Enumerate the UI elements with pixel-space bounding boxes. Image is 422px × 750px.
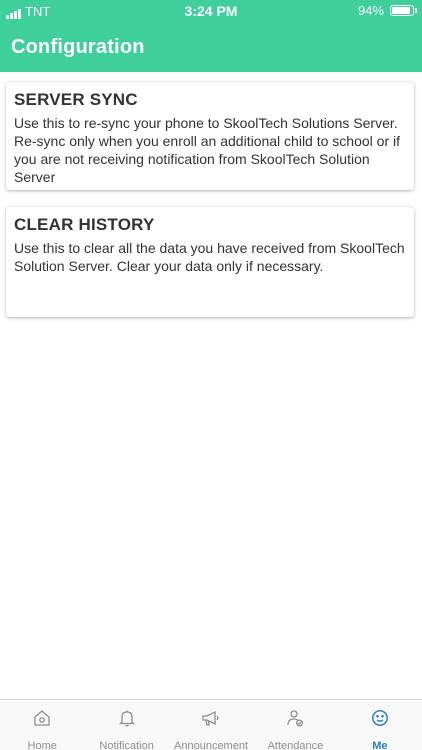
server-sync-description: Use this to re-sync your phone to SkoolT… — [14, 115, 400, 185]
smiley-icon — [368, 709, 392, 727]
server-sync-title: SERVER SYNC — [14, 90, 138, 109]
tab-label-attendance: Attendance — [267, 740, 324, 750]
tab-me[interactable]: Me — [338, 700, 422, 750]
battery-icon — [390, 5, 417, 16]
tab-announcement[interactable]: Announcement — [169, 700, 253, 750]
clear-history-description: Use this to clear all the data you have … — [14, 240, 405, 274]
clear-history-title: CLEAR HISTORY — [14, 215, 155, 234]
megaphone-icon — [199, 709, 223, 727]
home-icon — [30, 709, 54, 727]
status-bar: TNT 3:24 PM 94% — [0, 0, 422, 22]
tab-label-notification: Notification — [99, 740, 154, 750]
app-header: TNT 3:24 PM 94% Configuration — [0, 0, 422, 72]
bottom-tab-bar: Home Notification Announcement Attendanc… — [0, 699, 422, 750]
status-right: 94% — [357, 3, 417, 18]
tab-notification[interactable]: Notification — [84, 700, 168, 750]
clear-history-card[interactable]: CLEAR HISTORY Use this to clear all the … — [6, 207, 414, 317]
battery-percent: 94% — [357, 3, 384, 18]
person-check-icon — [283, 709, 307, 727]
tab-attendance[interactable]: Attendance — [253, 700, 337, 750]
page-title: Configuration — [11, 36, 145, 58]
battery-fill — [392, 7, 410, 14]
bell-icon — [115, 709, 139, 727]
tab-label-home: Home — [27, 740, 57, 750]
tab-label-me: Me — [372, 740, 388, 750]
server-sync-card[interactable]: SERVER SYNC Use this to re-sync your pho… — [6, 82, 414, 190]
tab-home[interactable]: Home — [0, 700, 84, 750]
tab-label-announcement: Announcement — [174, 740, 249, 750]
